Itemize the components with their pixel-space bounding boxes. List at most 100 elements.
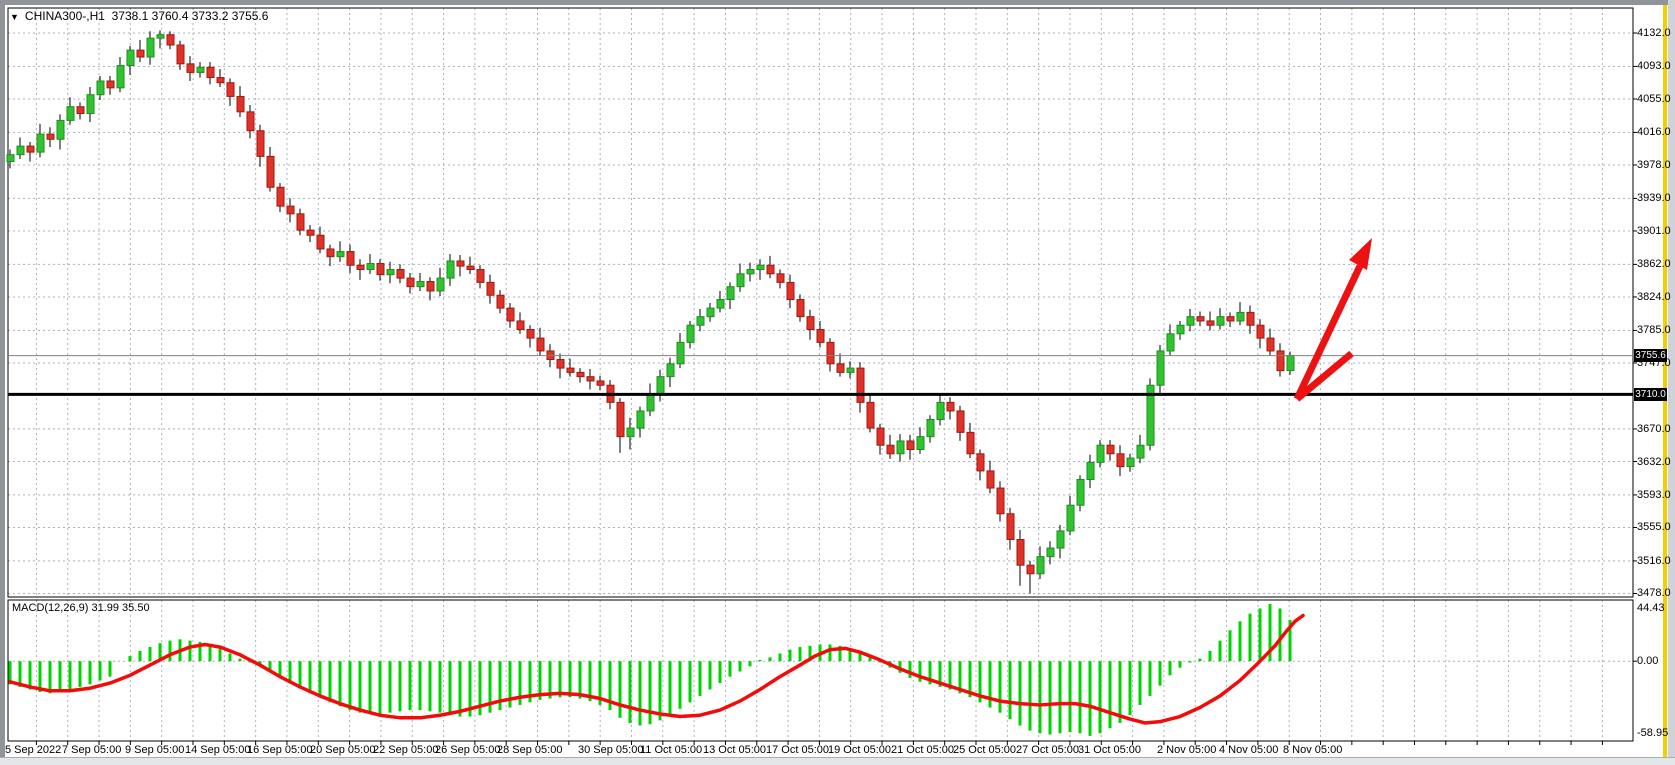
candle-down — [957, 411, 964, 432]
time-axis-label: 16 Sep 05:00 — [247, 744, 312, 756]
time-axis-label: 19 Oct 05:00 — [828, 744, 891, 756]
candle-up — [447, 261, 454, 278]
candle-down — [377, 264, 384, 275]
price-axis-label: 4132.0 — [1637, 27, 1671, 39]
main-chart-border — [8, 8, 1633, 597]
candle-up — [657, 377, 664, 394]
candle-down — [297, 214, 304, 230]
candle-up — [637, 411, 644, 428]
macd-axis-label: 44.43 — [1637, 602, 1665, 614]
price-axis-label: 3555.0 — [1637, 521, 1671, 533]
time-axis-label: 30 Sep 05:00 — [578, 744, 643, 756]
candle-down — [597, 381, 604, 385]
symbol-dropdown-icon[interactable]: ▼ — [10, 12, 19, 22]
price-axis-label: 3632.0 — [1637, 456, 1671, 468]
price-axis-label: 4016.0 — [1637, 126, 1671, 138]
candle-up — [7, 155, 14, 162]
candle-down — [947, 402, 954, 411]
candle-down — [1197, 317, 1204, 321]
time-axis-label: 21 Oct 05:00 — [891, 744, 954, 756]
candle-up — [1157, 351, 1164, 385]
candle-up — [667, 364, 674, 377]
price-axis-label: 4055.0 — [1637, 93, 1671, 105]
candle-down — [567, 368, 574, 372]
current-price-badge: 3755.6 — [1634, 349, 1667, 362]
time-axis-label: 13 Oct 05:00 — [703, 744, 766, 756]
candle-down — [77, 107, 84, 114]
time-axis-label: 22 Sep 05:00 — [373, 744, 438, 756]
trend-arrow[interactable] — [1297, 238, 1372, 399]
price-axis-label: 3670.0 — [1637, 423, 1671, 435]
candle-up — [897, 441, 904, 454]
candle-down — [537, 338, 544, 351]
price-axis-label: 3478.0 — [1637, 587, 1671, 599]
candle-up — [437, 278, 444, 291]
candle-down — [467, 266, 474, 269]
candle-down — [1207, 321, 1214, 325]
candle-up — [197, 67, 204, 72]
candle-up — [1097, 445, 1104, 462]
candle-down — [557, 360, 564, 369]
candle-up — [97, 81, 104, 95]
chart-canvas[interactable] — [0, 0, 1675, 765]
macd-panel-border — [8, 600, 1633, 741]
price-axis-label: 3978.0 — [1637, 159, 1671, 171]
candle-up — [717, 300, 724, 309]
time-axis-label: 17 Oct 05:00 — [766, 744, 829, 756]
candle-down — [1117, 454, 1124, 467]
candle-down — [817, 330, 824, 343]
time-axis-label: 11 Oct 05:00 — [640, 744, 702, 756]
candle-down — [487, 282, 494, 295]
candle-up — [1287, 356, 1294, 371]
candle-up — [1037, 557, 1044, 574]
candle-down — [1267, 338, 1274, 351]
candle-down — [497, 295, 504, 308]
candle-down — [327, 249, 334, 257]
candle-down — [237, 96, 244, 111]
candle-down — [787, 282, 794, 299]
candle-up — [17, 146, 24, 155]
candle-up — [1167, 334, 1174, 351]
time-axis-label: 5 Sep 2022 — [5, 744, 61, 756]
candle-down — [907, 441, 914, 450]
candle-up — [37, 134, 44, 152]
candle-up — [737, 274, 744, 287]
price-axis-label: 3516.0 — [1637, 555, 1671, 567]
axis-ticks — [36, 33, 1637, 745]
price-axis-label: 3939.0 — [1637, 192, 1671, 204]
candle-up — [677, 342, 684, 363]
price-axis-label: 3785.0 — [1637, 324, 1671, 336]
candle-down — [1247, 312, 1254, 325]
candle-up — [1047, 548, 1054, 557]
candle-up — [157, 35, 164, 38]
candle-up — [627, 428, 634, 437]
ohlc-readout: 3738.1 3760.4 3733.2 3755.6 — [112, 9, 269, 23]
candle-down — [277, 187, 284, 206]
candle-down — [257, 131, 264, 157]
candle-up — [387, 270, 394, 275]
candle-down — [47, 134, 54, 139]
candle-up — [1057, 531, 1064, 548]
candle-down — [1227, 317, 1234, 321]
candle-down — [1027, 565, 1034, 574]
candle-down — [1107, 445, 1114, 454]
candle-down — [777, 274, 784, 283]
hline-price-badge: 3710.0 — [1634, 388, 1667, 401]
candle-down — [837, 364, 844, 373]
candle-down — [477, 270, 484, 283]
symbol-period-label: CHINA300-,H1 — [25, 9, 105, 23]
candle-up — [1187, 317, 1194, 326]
price-axis-label: 3824.0 — [1637, 291, 1671, 303]
candle-down — [407, 278, 414, 287]
candle-down — [507, 308, 514, 321]
candle-up — [57, 120, 64, 139]
candle-up — [747, 270, 754, 274]
candle-up — [707, 308, 714, 317]
candle-up — [847, 368, 854, 372]
price-axis-label: 3901.0 — [1637, 225, 1671, 237]
candle-up — [757, 265, 764, 269]
price-axis-label: 3593.0 — [1637, 489, 1671, 501]
time-axis-label: 7 Sep 05:00 — [62, 744, 121, 756]
chart-title: ▼ CHINA300-,H1 3738.1 3760.4 3733.2 3755.… — [10, 9, 268, 23]
price-lines[interactable] — [8, 356, 1633, 395]
